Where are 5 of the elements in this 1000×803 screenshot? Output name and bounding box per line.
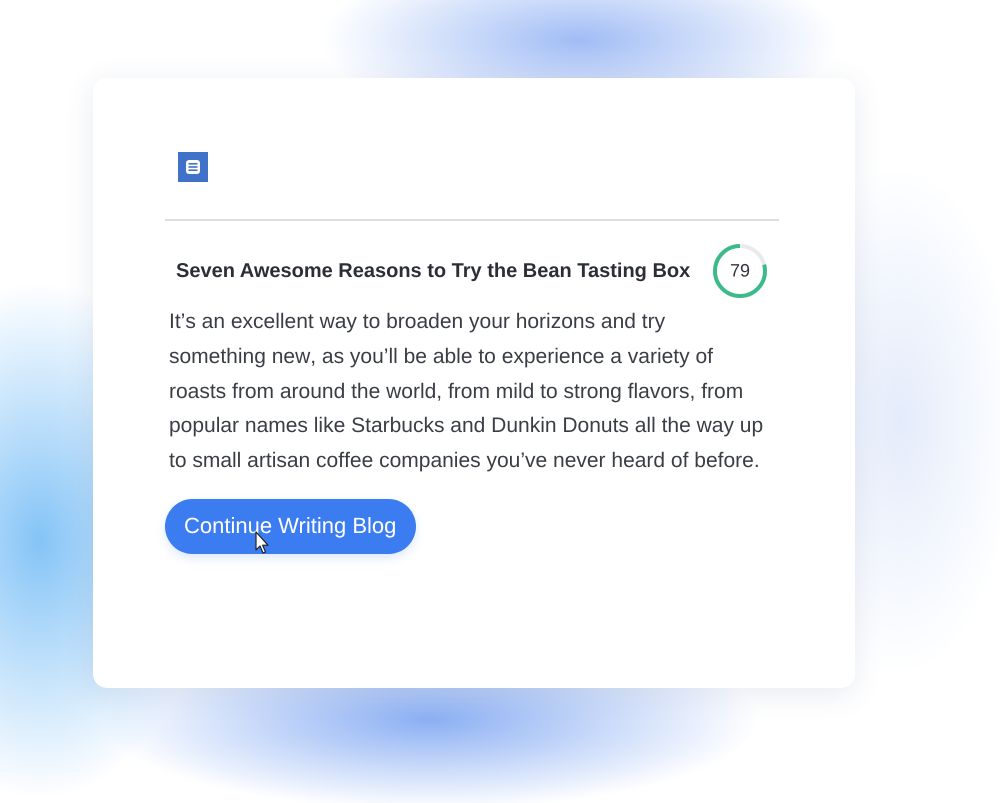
- post-title: Seven Awesome Reasons to Try the Bean Tasting Box: [176, 260, 690, 282]
- post-excerpt: It’s an excellent way to broaden your horizons and try something new, as you’ll be able to experience a variety of roasts from around the world, from mild to strong flavors, from popular names like Starbucks and Dunkin Donuts all the way up to small artisan coffee companies you’ve never heard of before.: [169, 309, 764, 474]
- continue-writing-button[interactable]: Continue Writing Blog: [165, 498, 416, 554]
- document-icon: [178, 152, 208, 182]
- score-value: 79: [730, 260, 750, 282]
